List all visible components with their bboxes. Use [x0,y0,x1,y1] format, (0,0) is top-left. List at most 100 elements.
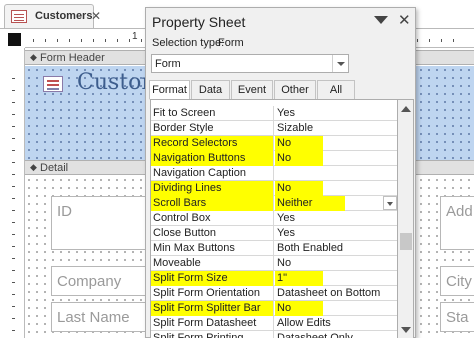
section-marker-icon: ◆ [30,162,37,172]
property-row[interactable]: Close Button Yes [151,226,397,241]
property-value[interactable]: No [275,181,397,196]
ruler-tick [12,162,15,163]
property-grid: Fit to Screen Yes Border Style Sizable Recor… [150,99,398,338]
property-value-text: Sizable [277,122,314,134]
ruler-tick [453,39,454,42]
property-value[interactable]: Datasheet Only [275,331,397,338]
form-icon [11,10,27,23]
property-name: Split Form Datasheet [151,316,274,331]
object-selector-value: Form [155,58,181,70]
ruler-tick [117,39,118,42]
property-row[interactable]: Split Form Size 1" [151,271,397,286]
property-row[interactable]: Split Form Printing Datasheet Only [151,331,397,338]
property-row[interactable]: Dividing Lines No [151,181,397,196]
property-sheet-panel: Property Sheet ✕ Selection type: Form Fo… [145,7,416,338]
scroll-up-icon[interactable] [401,106,411,112]
ruler-tick [12,270,15,271]
property-value[interactable]: Allow Edits [275,316,397,331]
property-tabs: Format Data Event Other All [149,80,412,100]
ruler-tick [12,114,15,115]
field-address[interactable]: Add [440,196,474,250]
property-name: Close Button [151,226,274,241]
ruler-tick [12,186,15,187]
scroll-thumb[interactable] [400,233,412,250]
property-row[interactable]: Min Max Buttons Both Enabled [151,241,397,256]
ruler-tick [441,39,442,42]
property-value[interactable]: Sizable [275,121,397,136]
property-value-text: Both Enabled [277,242,344,254]
property-row[interactable]: Navigation Buttons No [151,151,397,166]
property-row[interactable]: Border Style Sizable [151,121,397,136]
property-row[interactable]: Split Form Splitter Bar No [151,301,397,316]
property-value-text: No [277,152,292,164]
property-value[interactable] [275,166,397,181]
ruler-tick [93,39,94,42]
property-value[interactable]: Yes [275,211,397,226]
property-value-text: Allow Edits [277,317,331,329]
ruler-tick [141,39,142,42]
property-scrollbar[interactable] [398,99,414,338]
property-name: Min Max Buttons [151,241,274,256]
property-value-text: Neither [277,197,313,209]
tab-all[interactable]: All [317,80,355,100]
property-row[interactable]: Fit to Screen Yes [151,106,397,121]
property-row[interactable]: Split Form Orientation Datasheet on Botto… [151,286,397,301]
ruler-tick [129,39,130,42]
ruler-tick [12,318,15,319]
property-value[interactable]: No [275,256,397,271]
property-value[interactable]: 1" [275,271,397,286]
property-value-text: Datasheet on Bottom [277,287,381,299]
field-id[interactable]: ID [51,196,151,250]
ruler-tick [12,258,15,259]
property-value[interactable]: Yes [275,106,397,121]
property-value[interactable]: Both Enabled [275,241,397,256]
property-value-text: Datasheet Only [277,332,353,338]
property-value-text: No [277,137,292,149]
scroll-down-icon[interactable] [401,327,411,333]
ruler-tick [12,138,15,139]
property-name: Record Selectors [151,136,274,151]
field-city[interactable]: City [440,266,474,296]
property-value[interactable]: No [275,301,397,316]
tab-data[interactable]: Data [191,80,230,100]
property-name: Split Form Orientation [151,286,274,301]
tab-other[interactable]: Other [274,80,316,100]
chevron-down-icon[interactable] [383,196,397,210]
close-icon[interactable]: ✕ [398,11,411,29]
property-row[interactable]: Control Box Yes [151,211,397,226]
field-last-name-label: Last Name [57,309,130,326]
property-row[interactable]: Record Selectors No [151,136,397,151]
property-value[interactable]: Neither [275,196,397,211]
field-address-label: Add [446,203,473,220]
form-selector-box[interactable] [8,33,21,46]
close-icon[interactable]: ✕ [91,9,101,23]
field-last-name[interactable]: Last Name [51,302,151,332]
form-logo-icon[interactable] [43,76,63,92]
property-value[interactable]: Datasheet on Bottom [275,286,397,301]
ruler-tick [12,78,15,79]
chevron-down-icon[interactable] [332,55,348,72]
property-value[interactable]: No [275,136,397,151]
ruler-tick [57,39,58,42]
property-value[interactable]: Yes [275,226,397,241]
ruler-tick [33,39,34,42]
ruler-tick [417,39,418,42]
tab-event[interactable]: Event [231,80,273,100]
property-row[interactable]: Moveable No [151,256,397,271]
property-row[interactable]: Split Form Datasheet Allow Edits [151,316,397,331]
tab-format[interactable]: Format [149,80,190,100]
property-value-text: No [277,257,292,269]
ruler-tick [12,330,15,331]
selection-type-value: Form [218,37,244,49]
field-state[interactable]: Sta [440,302,474,332]
object-selector-combo[interactable]: Form [151,54,349,73]
ruler-tick [12,222,15,223]
document-tab-customers[interactable]: Customers ✕ [4,4,101,28]
property-value[interactable]: No [275,151,397,166]
dropdown-arrow-icon[interactable] [374,16,388,24]
field-city-label: City [446,273,472,290]
header-title-label[interactable]: Custon [77,70,156,95]
property-row[interactable]: Navigation Caption [151,166,397,181]
property-row[interactable]: Scroll Bars Neither [151,196,397,211]
field-company[interactable]: Company [51,266,151,296]
